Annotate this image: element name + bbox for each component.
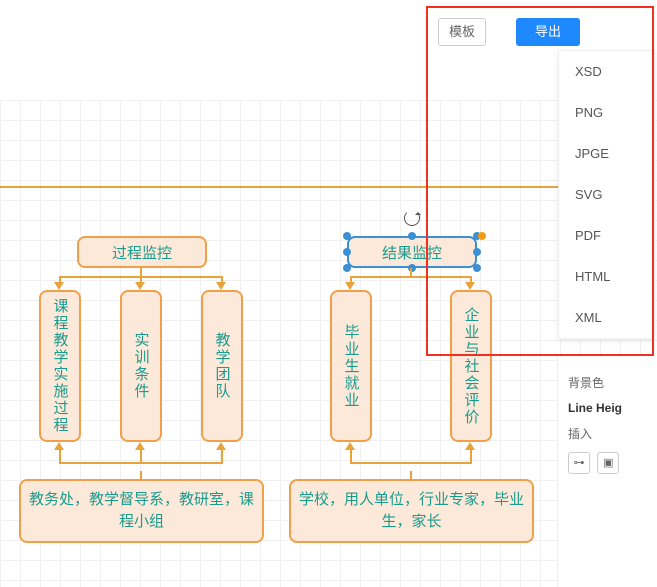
rotate-handle-icon[interactable] xyxy=(404,210,420,226)
export-option-xml[interactable]: XML xyxy=(559,297,654,338)
node-enterprise-eval[interactable]: 企业与社会评价 xyxy=(450,290,492,442)
export-option-html[interactable]: HTML xyxy=(559,256,654,297)
side-panel: 背景色 Line Heig 插入 ⊶ ▣ xyxy=(557,356,657,587)
insert-image-button[interactable]: ▣ xyxy=(597,452,619,474)
export-option-jpge[interactable]: JPGE xyxy=(559,133,654,174)
export-button[interactable]: 导出 xyxy=(516,18,580,46)
button-label: 导出 xyxy=(535,24,561,39)
lineheight-label: Line Heig xyxy=(568,401,657,415)
node-process-sources[interactable]: 教务处，教学督导系，教研室，课程小组 xyxy=(19,479,264,543)
export-option-png[interactable]: PNG xyxy=(559,92,654,133)
export-dropdown: XSD PNG JPGE SVG PDF HTML XML xyxy=(558,50,655,339)
node-label: 教学团队 xyxy=(212,332,233,400)
button-label: 模板 xyxy=(449,24,475,39)
insert-link-button[interactable]: ⊶ xyxy=(568,452,590,474)
node-label: 实训条件 xyxy=(131,332,152,400)
node-label: 教务处，教学督导系，教研室，课程小组 xyxy=(27,489,256,534)
node-teaching-team[interactable]: 教学团队 xyxy=(201,290,243,442)
node-label: 课程教学实施过程 xyxy=(50,298,71,434)
bgcolor-label: 背景色 xyxy=(568,374,657,391)
node-course-process[interactable]: 课程教学实施过程 xyxy=(39,290,81,442)
node-graduate-employment[interactable]: 毕业生就业 xyxy=(330,290,372,442)
node-label: 企业与社会评价 xyxy=(461,307,482,426)
export-option-svg[interactable]: SVG xyxy=(559,174,654,215)
template-button[interactable]: 模板 xyxy=(438,18,486,46)
export-option-xsd[interactable]: XSD xyxy=(559,51,654,92)
export-option-pdf[interactable]: PDF xyxy=(559,215,654,256)
node-label: 学校，用人单位，行业专家，毕业生，家长 xyxy=(297,489,526,534)
node-label: 毕业生就业 xyxy=(341,324,362,409)
node-result-sources[interactable]: 学校，用人单位，行业专家，毕业生，家长 xyxy=(289,479,534,543)
node-label: 过程监控 xyxy=(112,242,172,263)
node-process-monitor[interactable]: 过程监控 xyxy=(77,236,207,268)
insert-label: 插入 xyxy=(568,425,657,442)
node-training-conditions[interactable]: 实训条件 xyxy=(120,290,162,442)
node-label: 结果监控 xyxy=(382,242,442,263)
